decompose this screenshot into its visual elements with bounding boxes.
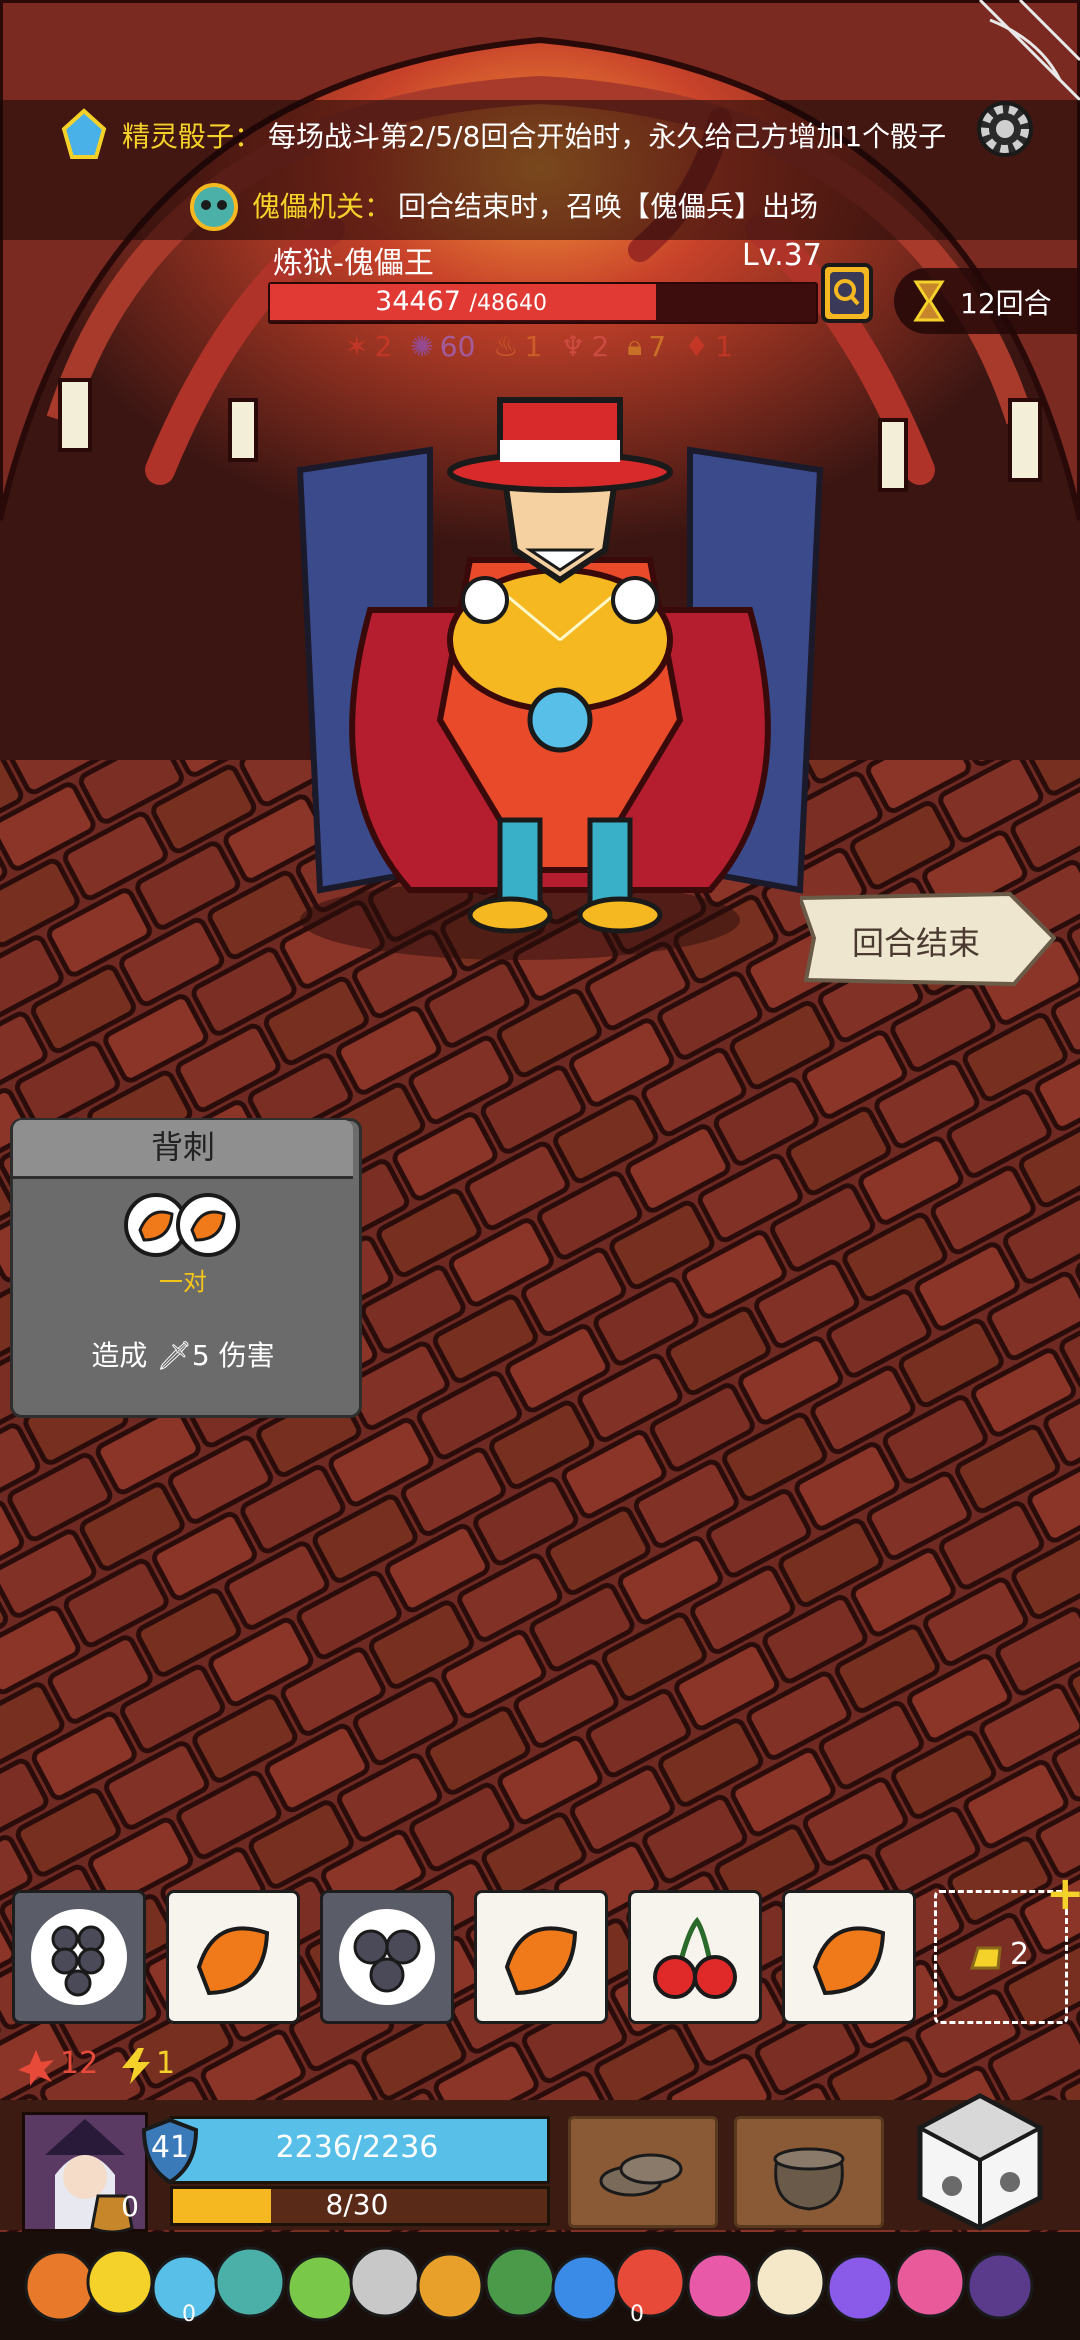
flame-icon: ✶ [345, 329, 369, 363]
boss-info-button[interactable] [820, 262, 874, 324]
puppet-head-icon [190, 183, 238, 231]
attack-value: 12 [60, 2046, 99, 2081]
dice-slot[interactable] [12, 1890, 146, 2024]
status-effect: ♦ 1 [684, 329, 733, 363]
status-effect: ✶ 2 [345, 329, 393, 363]
end-turn-label: 回合结束 [852, 924, 981, 962]
attack-burst-icon [18, 2050, 54, 2086]
status-effect: ♆ 2 [560, 329, 610, 363]
blueberries-icon [339, 1909, 435, 2005]
extra-slot-count: 2 [1010, 1937, 1030, 1972]
status-effect: ♨ 1 [493, 329, 543, 363]
banner-desc: 回合结束时，召唤【傀儡兵】出场 [398, 190, 819, 223]
banner-desc: 每场战斗第2/5/8回合开始时，永久给己方增加1个骰子 [268, 120, 947, 153]
coins-icon [599, 2153, 683, 2197]
orange-slice-icon [504, 1926, 578, 1996]
cherries-icon [653, 1916, 737, 1999]
player-xp-text: 8/30 [325, 2188, 389, 2221]
boss-hp-current: 34467 [375, 286, 461, 317]
status-effect: 🔒︎ 7 [627, 329, 667, 363]
dice-slot[interactable] [628, 1890, 762, 2024]
skill-title: 背刺 [150, 1128, 215, 1166]
skill-damage: 5 伤害 [191, 1339, 275, 1372]
pair-requirement-icon [124, 1193, 240, 1257]
dice-slot[interactable] [782, 1890, 916, 2024]
banner-name: 傀儡机关： [252, 190, 393, 223]
dice-slot[interactable] [166, 1890, 300, 2024]
dice-slot[interactable] [474, 1890, 608, 2024]
round-label: 12回合 [960, 287, 1052, 320]
skill-description: 造成 🗡︎5 伤害 [91, 1339, 275, 1372]
sword-icon: 🗡︎ [156, 1339, 192, 1372]
skill-condition: 一对 [159, 1268, 207, 1296]
gold-value: 0 [121, 2190, 139, 2223]
boss-status-effects: ✶ 2 ✺ 60 ♨ 1 ♆ 2 🔒︎ 7 ♦ 1 [345, 326, 733, 366]
blood-icon: ♦ [684, 329, 710, 363]
gold-bar-icon [969, 1946, 1002, 1970]
fire-icon: ♨ [493, 329, 519, 363]
boss-hp-max: /48640 [469, 291, 547, 316]
item-slot[interactable] [568, 2116, 718, 2228]
banner-name: 精灵骰子： [122, 120, 263, 153]
orange-slice-icon [196, 1926, 270, 1996]
lock-icon: 🔒︎ [627, 329, 643, 362]
coin-pot-icon [773, 2147, 845, 2211]
puppet-icon: ♆ [560, 329, 586, 363]
grapes-icon [31, 1909, 127, 2005]
puppet-king-boss[interactable] [260, 390, 860, 950]
relic-count: 0 [182, 2302, 196, 2327]
effect-banner-spirit-dice: 精灵骰子： 每场战斗第2/5/8回合开始时，永久给己方增加1个骰子 [0, 100, 1080, 170]
status-effect: ✺ 60 [410, 329, 476, 363]
effect-banner-puppet-mechanism: 傀儡机关： 回合结束时，召唤【傀儡兵】出场 [0, 170, 1080, 240]
add-slot-plus-icon[interactable]: + [1046, 1866, 1080, 1920]
relic-bar [0, 2232, 1080, 2340]
item-slot[interactable] [734, 2116, 884, 2228]
energy-bolt-icon [122, 2048, 150, 2084]
energy-value: 1 [156, 2046, 176, 2081]
boss-name: 炼狱-傀儡王 [273, 246, 434, 281]
spark-icon: ✺ [410, 329, 434, 363]
relic-count: 0 [630, 2302, 644, 2327]
settings-gear-icon[interactable] [970, 94, 1040, 164]
boss-hp-text: 34467 /48640 [268, 284, 654, 320]
dice-slot[interactable] [320, 1890, 454, 2024]
boss-level: Lv.37 [742, 238, 822, 273]
hourglass-icon [913, 280, 945, 322]
player-hp-text: 2236/2236 [275, 2130, 439, 2165]
orange-slice-icon [812, 1926, 886, 1996]
crystal-icon [61, 108, 107, 159]
roll-dice-button[interactable] [912, 2090, 1048, 2232]
